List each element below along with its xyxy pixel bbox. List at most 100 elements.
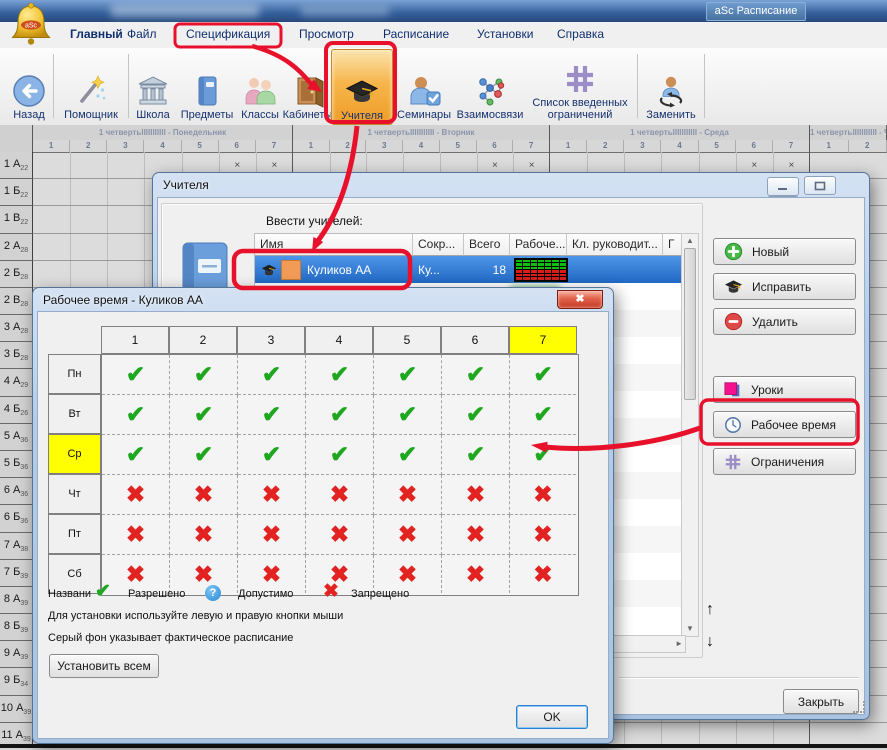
availability-cell[interactable]: ✔ — [306, 435, 374, 475]
scrollbar-thumb[interactable] — [684, 248, 696, 400]
availability-cell[interactable]: ✔ — [102, 395, 170, 435]
toolbar-button-subjects[interactable]: Предметы — [177, 49, 237, 123]
move-up-button[interactable]: ↑ — [706, 601, 714, 619]
menu-item-main[interactable]: Главный — [70, 27, 123, 41]
availability-cell[interactable]: ✔ — [306, 395, 374, 435]
toolbar-separator — [637, 54, 638, 118]
period-header-7[interactable]: 7 — [509, 326, 577, 354]
minimize-button[interactable] — [767, 177, 799, 196]
toolbar-button-classrooms[interactable]: Кабинеты — [283, 49, 332, 123]
teacher-row-selected[interactable]: Куликов ААКу...18 — [255, 256, 685, 283]
toolbar-button-teachers[interactable]: Учителя — [331, 49, 393, 125]
availability-cell[interactable]: ✖ — [442, 515, 510, 555]
toolbar-button-seminars[interactable]: Семинары — [395, 49, 453, 123]
availability-cell[interactable]: ✔ — [170, 355, 238, 395]
column-header-4[interactable]: Кл. руководит... — [567, 234, 663, 256]
availability-cell[interactable]: ✔ — [170, 435, 238, 475]
day-header-0[interactable]: Пн — [48, 354, 101, 394]
toolbar-button-relationships[interactable]: Взаимосвязи — [455, 49, 525, 123]
toolbar-button-wizard[interactable]: Помощник — [56, 49, 126, 123]
class-size: 36 — [20, 491, 28, 498]
availability-cell[interactable]: ✖ — [238, 475, 306, 515]
availability-cell[interactable]: ✔ — [102, 355, 170, 395]
set-all-button[interactable]: Установить всем — [49, 654, 159, 678]
menu-item-options[interactable]: Установки — [477, 27, 533, 41]
availability-cell[interactable]: ✔ — [510, 395, 576, 435]
button-lessons[interactable]: Уроки — [713, 376, 856, 403]
availability-cell[interactable]: ✖ — [510, 475, 576, 515]
availability-cell[interactable]: ✖ — [510, 555, 576, 593]
availability-cell[interactable]: ✔ — [238, 355, 306, 395]
ok-button[interactable]: OK — [516, 705, 588, 729]
menu-item-help[interactable]: Справка — [557, 27, 604, 41]
period-header-4[interactable]: 4 — [305, 326, 373, 354]
column-header-3[interactable]: Рабоче... — [510, 234, 567, 256]
period-header-6[interactable]: 6 — [441, 326, 509, 354]
availability-cell[interactable]: ✔ — [102, 435, 170, 475]
menu-item-specification[interactable]: Спецификация — [186, 27, 270, 41]
close-button[interactable]: ✖ — [557, 290, 603, 309]
availability-cell[interactable]: ✔ — [374, 355, 442, 395]
preview-cell — [516, 267, 522, 270]
menu-item-timetable[interactable]: Расписание — [383, 27, 449, 41]
availability-cell[interactable]: ✖ — [510, 515, 576, 555]
day-header-3[interactable]: Чт — [48, 474, 101, 514]
move-down-button[interactable]: ↓ — [706, 633, 714, 651]
maximize-button[interactable] — [804, 176, 836, 195]
day-header-2[interactable]: Ср — [48, 434, 101, 474]
availability-cell[interactable]: ✔ — [306, 355, 374, 395]
availability-cell[interactable]: ✖ — [442, 555, 510, 593]
availability-cell[interactable]: ✖ — [374, 475, 442, 515]
toolbar-button-constraints-list[interactable]: Список введенных ограничений — [526, 49, 634, 123]
availability-cell[interactable]: ✔ — [238, 395, 306, 435]
period-header-3[interactable]: 3 — [237, 326, 305, 354]
button-new[interactable]: Новый — [713, 238, 856, 265]
availability-cell[interactable]: ✖ — [102, 475, 170, 515]
availability-cell[interactable]: ✔ — [374, 435, 442, 475]
column-header-2[interactable]: Всего — [464, 234, 510, 256]
availability-cell[interactable]: ✔ — [238, 435, 306, 475]
column-header-1[interactable]: Сокр... — [413, 234, 464, 256]
column-header-0[interactable]: Имя — [255, 234, 413, 256]
availability-cell[interactable]: ✖ — [102, 515, 170, 555]
preview-cell — [552, 270, 558, 273]
button-constraints[interactable]: Ограничения — [713, 448, 856, 475]
availability-cell[interactable]: ✔ — [374, 395, 442, 435]
scroll-right-icon[interactable]: ► — [675, 639, 683, 649]
availability-cell[interactable]: ✖ — [306, 475, 374, 515]
constraints-list-icon — [563, 62, 597, 96]
toolbar-button-replace[interactable]: Заменить — [641, 49, 701, 123]
day-header-4[interactable]: Пт — [48, 514, 101, 554]
availability-cell[interactable]: ✔ — [442, 395, 510, 435]
availability-cell[interactable]: ✖ — [238, 515, 306, 555]
period-header-5[interactable]: 5 — [373, 326, 441, 354]
availability-cell[interactable]: ✖ — [170, 515, 238, 555]
availability-cell[interactable]: ✖ — [374, 515, 442, 555]
asc-bell-logo-icon[interactable]: aSc — [8, 2, 54, 52]
availability-cell[interactable]: ✔ — [510, 355, 576, 395]
menu-item-file[interactable]: Файл — [127, 27, 157, 41]
button-delete[interactable]: Удалить — [713, 308, 856, 335]
toolbar-button-classes[interactable]: Классы — [237, 49, 283, 123]
availability-cell[interactable]: ✖ — [306, 515, 374, 555]
toolbar-button-school[interactable]: Школа — [130, 49, 176, 123]
toolbar-button-back[interactable]: Назад — [6, 49, 52, 123]
menu-item-view[interactable]: Просмотр — [299, 27, 354, 41]
availability-cell[interactable]: ✖ — [442, 475, 510, 515]
availability-cell[interactable]: ✔ — [442, 435, 510, 475]
availability-cell[interactable]: ✔ — [442, 355, 510, 395]
availability-cell[interactable]: ✔ — [510, 435, 576, 475]
toolbar-button-label: Взаимосвязи — [457, 109, 524, 123]
day-header-1[interactable]: Вт — [48, 394, 101, 434]
period-header-2[interactable]: 2 — [169, 326, 237, 354]
vertical-scrollbar[interactable]: ▲ ▼ — [681, 233, 699, 637]
scroll-up-icon[interactable]: ▲ — [682, 236, 698, 246]
close-dialog-button[interactable]: Закрыть — [783, 689, 859, 714]
availability-cell[interactable]: ✔ — [170, 395, 238, 435]
scroll-down-icon[interactable]: ▼ — [682, 624, 698, 634]
button-edit[interactable]: Исправить — [713, 273, 856, 300]
period-header-1[interactable]: 1 — [101, 326, 169, 354]
availability-cell[interactable]: ✖ — [170, 475, 238, 515]
button-worktime[interactable]: Рабочее время — [713, 411, 856, 438]
resize-grip[interactable] — [853, 701, 865, 713]
